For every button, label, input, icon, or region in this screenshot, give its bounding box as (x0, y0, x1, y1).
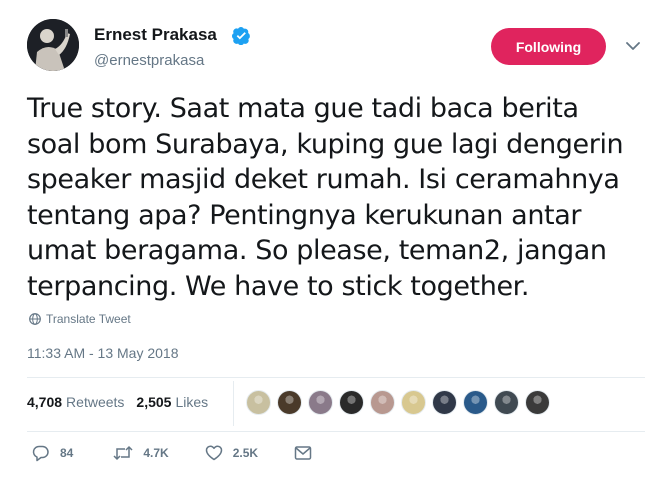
retweet-button[interactable]: 4.7K (113, 444, 169, 462)
liker-avatar[interactable] (525, 390, 550, 415)
liker-avatar[interactable] (463, 390, 488, 415)
divider (27, 377, 645, 378)
liker-avatar[interactable] (370, 390, 395, 415)
following-button[interactable]: Following (491, 28, 606, 65)
reply-icon (32, 445, 49, 462)
tweet-actions: 84 4.7K 2.5K (32, 444, 322, 462)
tweet-line: terpancing. We have to stick together. (27, 270, 530, 302)
globe-icon (29, 313, 41, 325)
retweets-label: Retweets (66, 394, 125, 410)
translate-label: Translate Tweet (46, 312, 131, 326)
user-avatar-photo (27, 19, 79, 71)
tweet-text: True story. Saat mata gue tadi baca beri… (27, 91, 657, 304)
reply-button[interactable]: 84 (32, 444, 73, 462)
likes-count: 2,505 (136, 394, 172, 410)
chevron-down-icon[interactable] (624, 38, 642, 54)
heart-icon (205, 445, 222, 461)
like-count: 2.5K (232, 446, 259, 460)
reply-count: 84 (60, 446, 74, 460)
liker-avatar[interactable] (401, 390, 426, 415)
tweet-line: speaker masjid deket rumah. Isi ceramahn… (27, 164, 620, 195)
liker-avatars (246, 390, 556, 415)
liker-avatar[interactable] (432, 390, 457, 415)
tweet-line: True story. Saat mata gue tadi baca beri… (27, 93, 579, 124)
stats-separator (233, 381, 234, 426)
envelope-icon (294, 446, 312, 460)
divider (27, 431, 645, 432)
author-avatar[interactable] (27, 19, 79, 71)
author-name[interactable]: Ernest Prakasa (94, 25, 217, 45)
tweet-timestamp[interactable]: 11:33 AM - 13 May 2018 (27, 345, 179, 361)
translate-tweet-link[interactable]: Translate Tweet (29, 312, 131, 326)
verified-badge-icon (232, 27, 250, 45)
liker-avatar[interactable] (494, 390, 519, 415)
retweets-stat[interactable]: 4,708 Retweets (27, 394, 124, 410)
engagement-stats: 4,708 Retweets 2,505 Likes (27, 394, 220, 410)
liker-avatar[interactable] (277, 390, 302, 415)
likes-stat[interactable]: 2,505 Likes (136, 394, 208, 410)
tweet-line: umat beragama. So please, teman2, jangan (27, 235, 607, 266)
liker-avatar[interactable] (308, 390, 333, 415)
tweet-line: soal bom Surabaya, kuping gue lagi denge… (27, 128, 624, 160)
retweet-count: 4.7K (143, 446, 169, 460)
retweet-icon (113, 445, 133, 461)
liker-avatar[interactable] (339, 390, 364, 415)
like-button[interactable]: 2.5K (205, 444, 258, 462)
retweets-count: 4,708 (27, 394, 63, 410)
author-handle[interactable]: @ernestprakasa (94, 52, 204, 69)
direct-message-button[interactable] (294, 445, 322, 461)
liker-avatar[interactable] (246, 390, 271, 415)
likes-label: Likes (175, 394, 209, 410)
tweet-line: tentang apa? Pentingnya kerukunan antar (27, 199, 582, 231)
